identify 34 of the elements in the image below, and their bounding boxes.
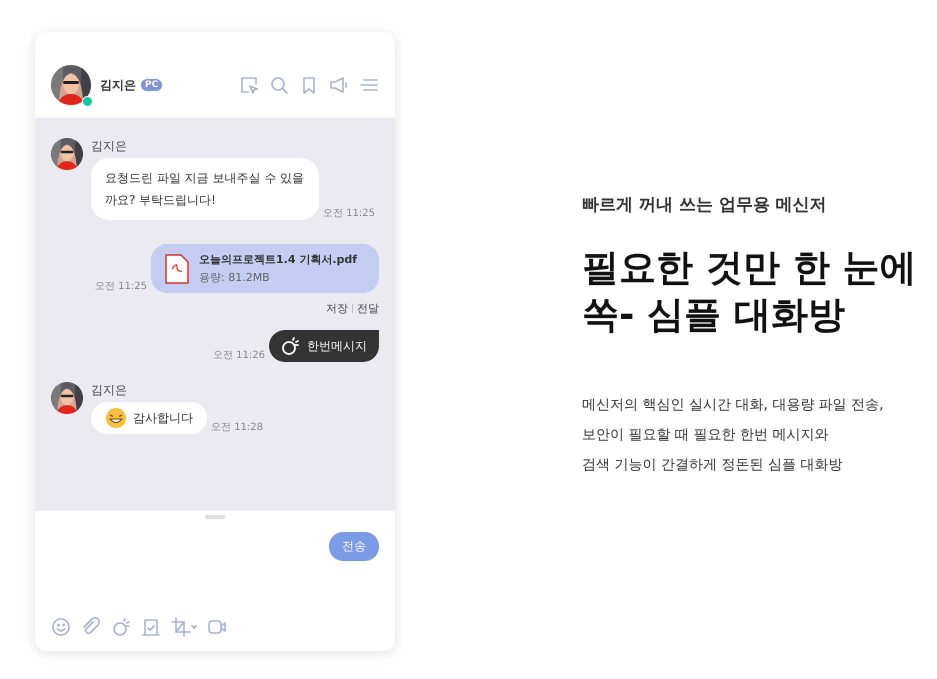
message-time: 오전 11:28	[211, 421, 263, 434]
headline: 필요한 것만 한 눈에	[582, 245, 917, 291]
message-time: 오전 11:25	[323, 207, 375, 220]
file-action-link[interactable]: 전달	[357, 301, 379, 316]
headline: 쏙- 심플 대화방	[582, 292, 846, 338]
file-size: 용량: 81.2MB	[199, 270, 271, 285]
file-name: 오늘의프로젝트1.4 기획서.pdf	[199, 252, 358, 267]
subtitle: 빠르게 꺼내 쓰는 업무용 메신저	[582, 194, 828, 216]
one-time-message[interactable]: 한번메시지	[269, 330, 379, 362]
paperclip-icon[interactable]	[81, 617, 101, 637]
smiley-icon[interactable]	[51, 617, 71, 637]
bomb-icon[interactable]	[111, 617, 131, 637]
message-time: 오전 11:26	[213, 349, 265, 362]
file-action-link[interactable]: 저장	[326, 301, 348, 316]
checklist-icon[interactable]	[141, 617, 161, 637]
device-badge: PC	[141, 79, 162, 91]
message-time: 오전 11:25	[95, 280, 147, 293]
description-line: 보안이 필요할 때 필요한 한번 메시지와	[582, 426, 830, 445]
message-bubble: 요청드린 파일 지금 보내주실 수 있을까요? 부탁드립니다!	[91, 158, 319, 220]
search-icon[interactable]	[269, 75, 289, 95]
pdf-file-icon	[165, 254, 189, 284]
laughing-face-icon	[105, 407, 127, 429]
crop-dropdown-icon[interactable]	[171, 617, 197, 637]
file-message[interactable]: 오늘의프로젝트1.4 기획서.pdf 용량: 81.2MB	[151, 244, 379, 293]
cursor-select-icon[interactable]	[239, 75, 259, 95]
video-camera-icon[interactable]	[207, 617, 227, 637]
sender-name: 김지은	[91, 382, 128, 399]
megaphone-icon[interactable]	[329, 75, 349, 95]
description-line: 검색 기능이 간결하게 정돈된 심플 대화방	[582, 456, 844, 475]
description-line: 메신저의 핵심인 실시간 대화, 대용량 파일 전송,	[582, 396, 885, 415]
contact-name: 김지은	[100, 76, 136, 94]
sender-name: 김지은	[91, 138, 128, 155]
message-bubble: 감사합니다	[91, 402, 207, 434]
bomb-icon	[281, 336, 301, 356]
